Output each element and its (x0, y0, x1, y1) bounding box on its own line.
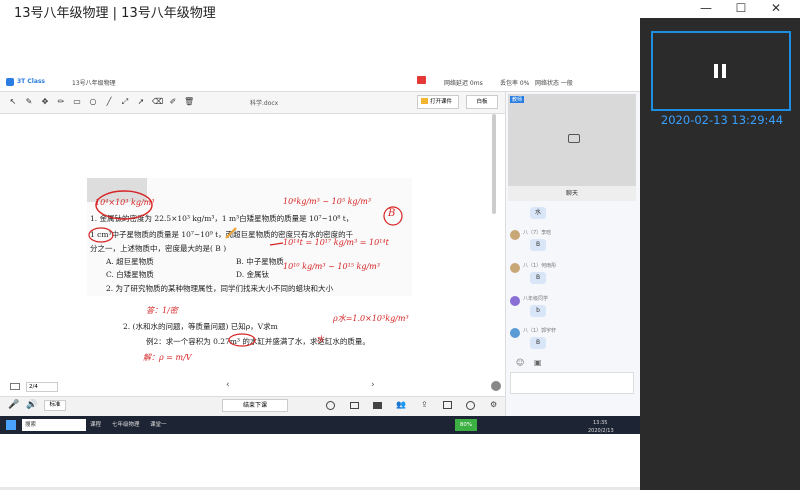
avatar (510, 230, 520, 240)
help-icon[interactable] (466, 401, 475, 410)
folder-tool-icon[interactable] (443, 401, 452, 409)
ink-pen-cursor (225, 227, 237, 239)
whiteboard-footer (0, 379, 505, 396)
mode-selector[interactable]: 标准 (44, 400, 66, 411)
next-page-icon[interactable]: › (371, 380, 375, 390)
taskbar-item[interactable]: 七年级物理 (112, 419, 140, 431)
mic-icon[interactable]: 🎤 (8, 400, 19, 410)
minimize-button[interactable]: — (689, 0, 723, 16)
chat-username: 八（7）李晗 (523, 230, 552, 236)
teacher-label: 教师 (510, 96, 525, 103)
avatar (510, 328, 520, 338)
teacher-video: 教师 (508, 94, 636, 186)
chat-username: 八年级同学 (523, 296, 549, 302)
ink-circle-volume (228, 333, 256, 347)
chat-message: B (530, 337, 546, 349)
battery-indicator: 80% (455, 419, 477, 431)
ink-circle-top (95, 190, 153, 220)
chat-header: 聊天 (508, 186, 636, 201)
taskbar-date: 2020/2/13 (588, 428, 614, 434)
maximize-button[interactable]: ☐ (724, 0, 758, 16)
chat-input[interactable] (510, 372, 634, 394)
taskbar-item[interactable]: 课程 (90, 419, 101, 431)
avatar (510, 296, 520, 306)
chat-message: 水 (530, 207, 546, 219)
camera-icon[interactable] (326, 401, 335, 410)
settings-icon[interactable]: ⚙ (490, 400, 497, 409)
taskbar-search[interactable]: 搜索 (22, 419, 86, 431)
info-icon[interactable] (491, 381, 501, 391)
users-icon[interactable]: 👥 (396, 400, 406, 409)
volume-icon[interactable]: 🔊 (26, 400, 37, 410)
thumbnail-icon[interactable] (10, 383, 20, 390)
record-video-icon[interactable] (373, 402, 382, 409)
pause-icon[interactable] (713, 64, 727, 78)
share-icon[interactable]: ⇪ (421, 400, 428, 409)
camera-off-icon (568, 134, 580, 143)
prev-page-icon[interactable]: ‹ (226, 380, 230, 390)
close-button[interactable]: ✕ (759, 0, 793, 16)
chat-username: 八（1）何雨彤 (523, 263, 557, 269)
windows-start-icon[interactable] (6, 420, 16, 430)
avatar (510, 263, 520, 273)
chat-username: 八（1）郭宇轩 (523, 328, 557, 334)
screen-share-icon[interactable] (350, 402, 359, 409)
ink-circle-left (88, 227, 114, 243)
recording-timestamp: 2020-02-13 13:29:44 (660, 113, 784, 127)
page-selector[interactable]: 2/4 (26, 382, 58, 392)
chat-message: b (530, 305, 546, 317)
emoji-icon[interactable]: ☺ (516, 358, 524, 367)
taskbar-item[interactable]: 课堂一 (150, 419, 167, 431)
chat-message: B (530, 272, 546, 284)
chat-message: B (530, 239, 546, 251)
ink-arrow (269, 242, 284, 246)
image-icon[interactable]: ▣ (534, 358, 542, 367)
end-class-button[interactable]: 结束下课 (222, 399, 288, 412)
ink-circle-b (383, 206, 403, 226)
